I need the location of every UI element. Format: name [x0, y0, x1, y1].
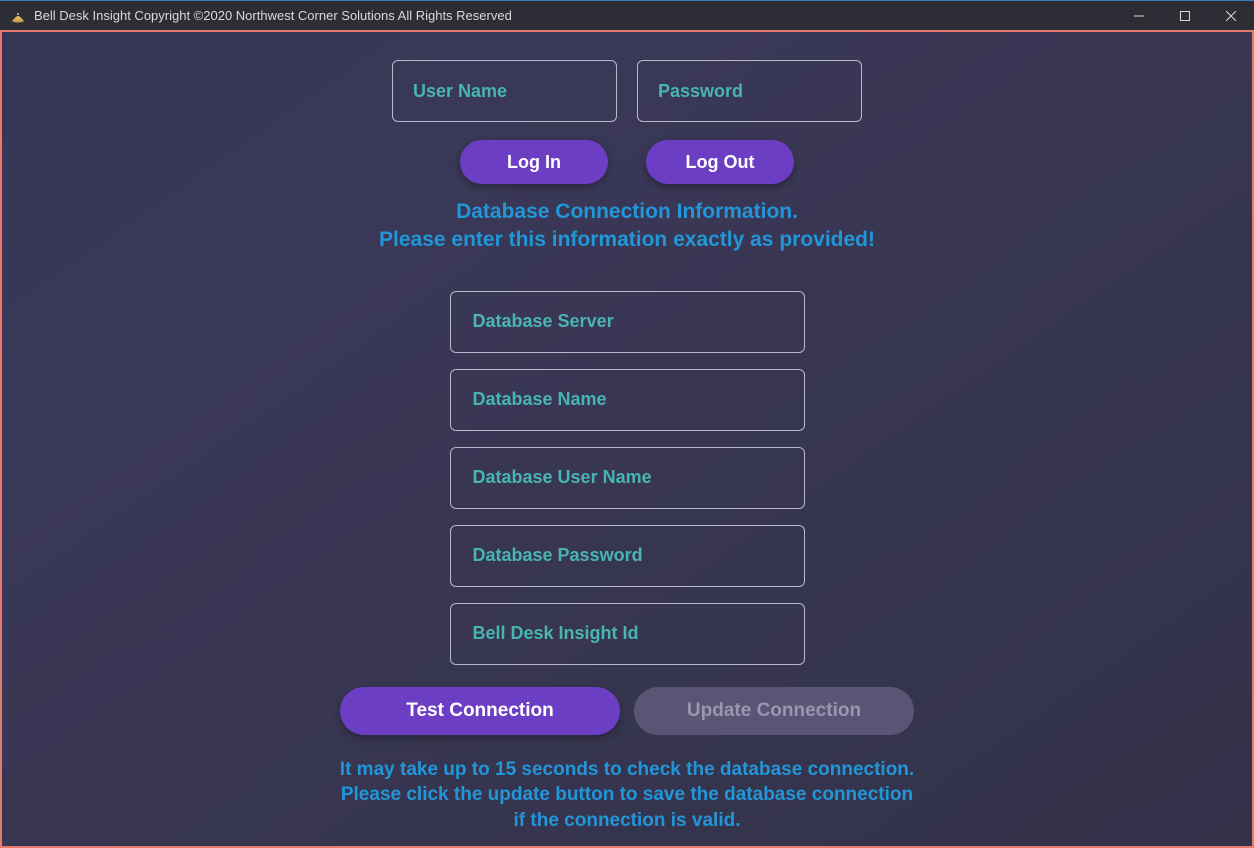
logout-button[interactable]: Log Out — [646, 140, 794, 184]
db-info-footer: It may take up to 15 seconds to check th… — [340, 757, 914, 834]
app-icon — [10, 8, 26, 24]
update-connection-button[interactable]: Update Connection — [634, 687, 914, 735]
minimize-button[interactable] — [1116, 1, 1162, 30]
db-info-footer-line2: Please click the update button to save t… — [341, 784, 913, 805]
window-controls — [1116, 1, 1254, 30]
app-window: Bell Desk Insight Copyright ©2020 Northw… — [0, 0, 1254, 848]
window-title: Bell Desk Insight Copyright ©2020 Northw… — [34, 8, 512, 23]
auth-button-row: Log In Log Out — [460, 140, 794, 184]
db-server-input[interactable] — [450, 291, 805, 353]
db-info-heading-line1: Database Connection Information. — [456, 200, 798, 223]
db-fields — [450, 291, 805, 665]
db-name-input[interactable] — [450, 369, 805, 431]
db-password-input[interactable] — [450, 525, 805, 587]
content-area: Log In Log Out Database Connection Infor… — [0, 30, 1254, 848]
db-info-heading-line2: Please enter this information exactly as… — [379, 228, 875, 251]
password-input[interactable] — [637, 60, 862, 122]
test-connection-button[interactable]: Test Connection — [340, 687, 620, 735]
auth-row — [392, 60, 862, 122]
titlebar-left: Bell Desk Insight Copyright ©2020 Northw… — [0, 8, 512, 24]
bdi-id-input[interactable] — [450, 603, 805, 665]
username-input[interactable] — [392, 60, 617, 122]
maximize-button[interactable] — [1162, 1, 1208, 30]
close-button[interactable] — [1208, 1, 1254, 30]
db-username-input[interactable] — [450, 447, 805, 509]
db-info-footer-line3: if the connection is valid. — [514, 810, 741, 831]
db-info-footer-line1: It may take up to 15 seconds to check th… — [340, 759, 914, 780]
login-button[interactable]: Log In — [460, 140, 608, 184]
connection-button-row: Test Connection Update Connection — [340, 687, 914, 735]
titlebar: Bell Desk Insight Copyright ©2020 Northw… — [0, 0, 1254, 30]
db-info-heading: Database Connection Information. Please … — [379, 198, 875, 255]
